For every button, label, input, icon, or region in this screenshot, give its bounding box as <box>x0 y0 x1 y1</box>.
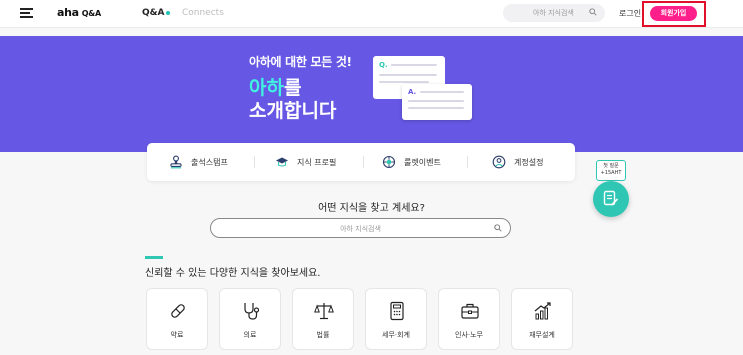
nav-connects-tab[interactable]: Connects <box>182 8 224 18</box>
divider <box>467 156 468 168</box>
banner-line3: 소개합니다 <box>249 100 337 122</box>
briefcase-icon <box>461 303 479 319</box>
category-card-medical[interactable]: 의료 <box>219 288 281 350</box>
stethoscope-icon <box>244 303 260 320</box>
roulette-icon <box>382 155 396 169</box>
quick-item-roulette-event[interactable]: 룰렛이벤트 <box>382 143 441 181</box>
category-card-hr-labor[interactable]: 인사·노무 <box>438 288 500 350</box>
category-card-financial-planning[interactable]: 재무설계 <box>511 288 573 350</box>
first-question-tooltip: 첫 질문 +15AHT <box>596 160 626 181</box>
aha-logo[interactable]: aha Q&A <box>57 6 101 19</box>
nav-qa-label: Q&A <box>142 8 165 18</box>
question-tag: Q. <box>379 61 388 69</box>
tooltip-line1: 첫 질문 <box>603 163 619 169</box>
category-label: 세무·회계 <box>382 331 410 339</box>
signup-button[interactable]: 회원가입 <box>650 6 697 21</box>
search-icon[interactable] <box>494 224 502 232</box>
category-label: 의료 <box>243 331 257 339</box>
login-link[interactable]: 로그인 <box>619 8 641 19</box>
quick-item-label: 출석스탬프 <box>191 157 228 167</box>
hamburger-menu-icon[interactable] <box>20 8 33 18</box>
hero-banner[interactable]: 아하에 대한 모든 것! 아하를 소개합니다 Q. A. <box>0 36 743 152</box>
category-card-tax-accounting[interactable]: 세무·회계 <box>365 288 427 350</box>
divider <box>254 156 255 168</box>
top-header: aha Q&A Q&A Connects 아하 지식검색 로그인 회원가입 <box>0 0 743 28</box>
main-search-placeholder: 아하 지식검색 <box>340 225 381 233</box>
quick-item-attendance-stamp[interactable]: 출석스탬프 <box>169 143 228 181</box>
search-icon[interactable] <box>589 8 597 16</box>
active-dot-icon <box>166 10 171 15</box>
main-search-input[interactable]: 아하 지식검색 <box>210 218 511 238</box>
section-accent-bar <box>145 256 163 259</box>
category-label: 약료 <box>170 331 184 339</box>
category-label: 법률 <box>316 331 330 339</box>
quick-item-account-settings[interactable]: 계정설정 <box>492 143 543 181</box>
growth-chart-icon <box>534 302 551 320</box>
nav-qa-tab[interactable]: Q&A <box>142 8 171 18</box>
calculator-icon <box>390 301 404 321</box>
categories-heading: 신뢰할 수 있는 다양한 지식을 찾아보세요. <box>145 268 321 279</box>
scales-icon <box>314 303 334 320</box>
header-search-input[interactable]: 아하 지식검색 <box>503 4 605 22</box>
answer-tag: A. <box>408 88 417 96</box>
quick-item-label: 계정설정 <box>514 157 544 167</box>
category-label: 재무설계 <box>529 331 555 339</box>
category-card-law[interactable]: 법률 <box>292 288 354 350</box>
category-label: 인사·노무 <box>455 331 483 339</box>
search-section-title: 어떤 지식을 찾고 계세요? <box>318 203 425 214</box>
logo-text: aha <box>57 6 79 19</box>
category-card-pharmacy[interactable]: 약료 <box>146 288 208 350</box>
banner-line1: 아하에 대한 모든 것! <box>249 55 352 69</box>
answer-card-illustration: A. <box>402 84 472 120</box>
graduation-cap-icon <box>276 157 288 167</box>
tooltip-line2: +15AHT <box>600 170 622 176</box>
quick-menu-bar: 출석스탬프 지식 프로필 룰렛이벤트 계정설정 <box>147 143 575 181</box>
divider <box>363 156 364 168</box>
user-settings-icon <box>492 155 506 169</box>
pill-icon <box>171 304 185 318</box>
quick-item-knowledge-profile[interactable]: 지식 프로필 <box>275 143 336 181</box>
logo-sub-text: Q&A <box>81 9 101 18</box>
header-search-placeholder: 아하 지식검색 <box>533 9 574 17</box>
quick-item-label: 지식 프로필 <box>297 157 337 167</box>
stamp-icon <box>170 155 182 169</box>
quick-item-label: 룰렛이벤트 <box>404 157 441 167</box>
